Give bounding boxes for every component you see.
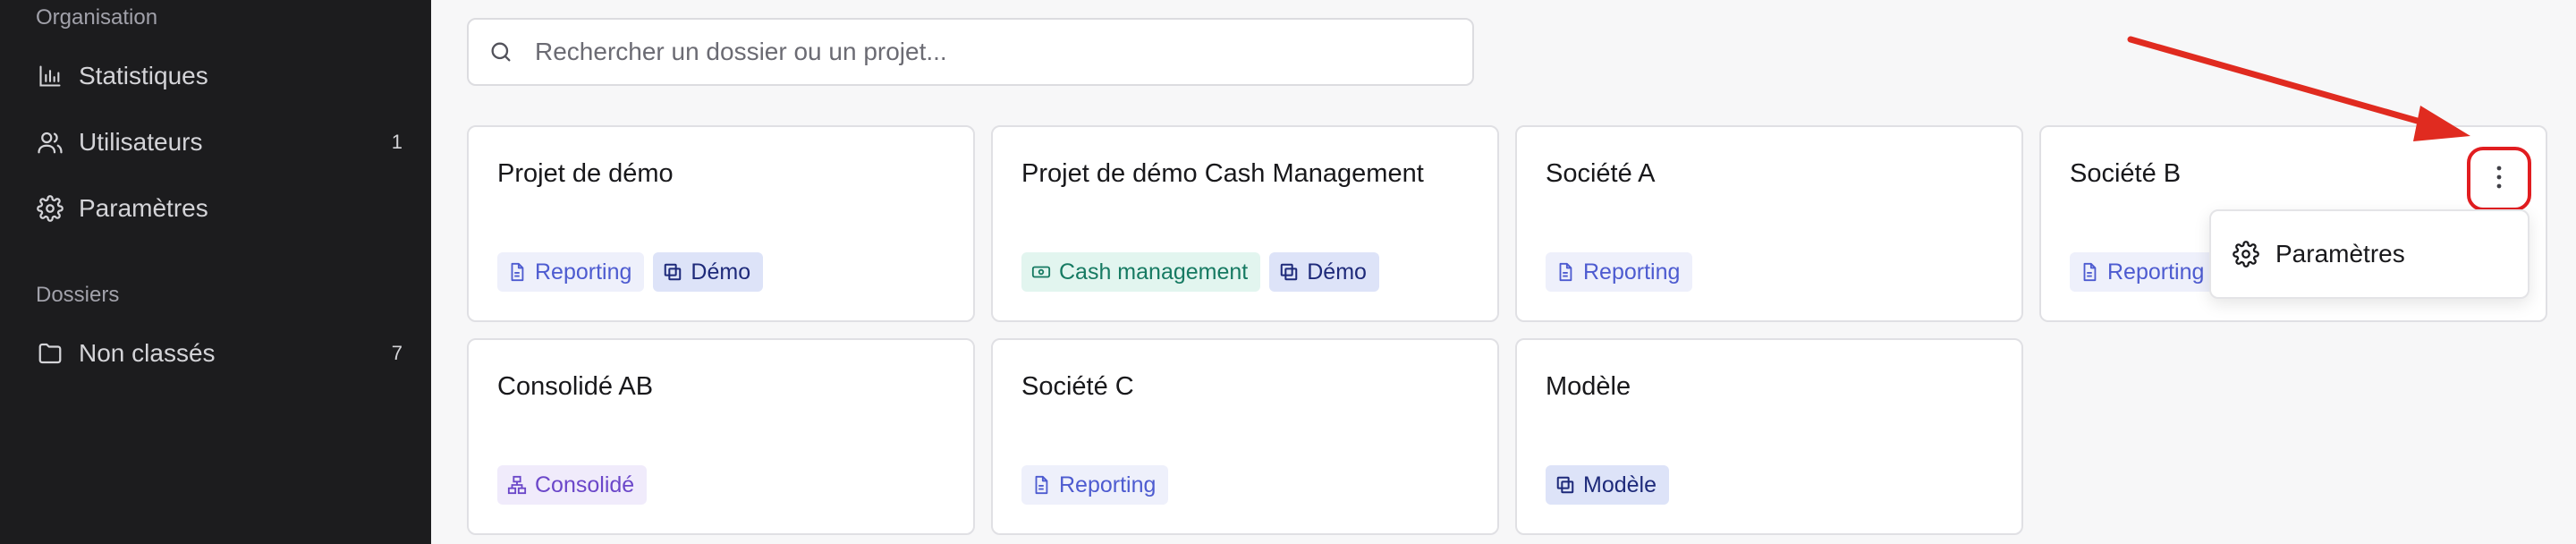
tag-reporting: Reporting bbox=[1546, 252, 1693, 292]
project-title: Projet de démo bbox=[497, 159, 674, 188]
sidebar-item-count: 1 bbox=[391, 131, 402, 153]
section-title-organisation: Organisation bbox=[36, 5, 158, 30]
banknote-icon bbox=[1030, 261, 1052, 283]
gear-icon bbox=[2233, 240, 2261, 268]
tag-demo: Démo bbox=[653, 252, 764, 292]
project-card-modele[interactable]: Modèle Modèle bbox=[1515, 338, 2023, 535]
document-icon bbox=[2079, 261, 2100, 283]
tag-label: Cash management bbox=[1059, 259, 1249, 285]
search-input[interactable] bbox=[533, 37, 1472, 67]
sidebar-item-statistiques[interactable]: Statistiques bbox=[36, 54, 404, 98]
project-title: Projet de démo Cash Management bbox=[1021, 159, 1424, 188]
hierarchy-icon bbox=[506, 474, 528, 496]
tag-reporting: Reporting bbox=[2070, 252, 2217, 292]
sidebar-item-label: Paramètres bbox=[79, 194, 208, 222]
search-icon bbox=[488, 38, 517, 66]
tag-modele: Modèle bbox=[1546, 465, 1669, 505]
tag-label: Reporting bbox=[1583, 259, 1681, 285]
tag-consolide: Consolidé bbox=[497, 465, 648, 505]
options-dropdown-menu: Paramètres bbox=[2209, 209, 2529, 299]
sidebar-item-utilisateurs[interactable]: Utilisateurs 1 bbox=[36, 120, 404, 165]
tag-label: Démo bbox=[1307, 259, 1367, 285]
tag-cash-management: Cash management bbox=[1021, 252, 1261, 292]
tag-reporting: Reporting bbox=[497, 252, 645, 292]
sidebar-item-count: 7 bbox=[391, 342, 402, 364]
gear-icon bbox=[36, 194, 64, 223]
project-card-consolide-ab[interactable]: Consolidé AB Consolidé bbox=[467, 338, 975, 535]
menu-item-label: Paramètres bbox=[2275, 240, 2405, 268]
users-icon bbox=[36, 128, 64, 157]
project-title: Société A bbox=[1546, 159, 1656, 188]
copy-icon bbox=[1278, 261, 1300, 283]
tag-label: Reporting bbox=[1059, 472, 1157, 497]
project-card-societe-a[interactable]: Société A Reporting bbox=[1515, 125, 2023, 322]
sidebar-item-label: Utilisateurs bbox=[79, 128, 203, 156]
more-options-button[interactable] bbox=[2467, 147, 2531, 211]
sidebar-item-label: Statistiques bbox=[79, 62, 208, 89]
sidebar-item-parametres[interactable]: Paramètres bbox=[36, 186, 404, 231]
document-icon bbox=[506, 261, 528, 283]
project-card-societe-c[interactable]: Société C Reporting bbox=[991, 338, 1499, 535]
tag-label: Consolidé bbox=[535, 472, 635, 497]
project-title: Société B bbox=[2070, 159, 2182, 188]
project-card-projet-de-demo[interactable]: Projet de démo Reporting Démo bbox=[467, 125, 975, 322]
sidebar: Organisation Statistiques Utilisateurs 1… bbox=[0, 0, 431, 544]
copy-icon bbox=[662, 261, 683, 283]
tag-label: Démo bbox=[691, 259, 751, 285]
copy-icon bbox=[1555, 474, 1576, 496]
menu-item-parametres[interactable]: Paramètres bbox=[2211, 211, 2528, 297]
bar-chart-icon bbox=[36, 62, 64, 90]
document-icon bbox=[1555, 261, 1576, 283]
project-title: Modèle bbox=[1546, 372, 1631, 401]
project-title: Consolidé AB bbox=[497, 372, 654, 401]
sidebar-item-label: Non classés bbox=[79, 339, 216, 367]
tag-label: Reporting bbox=[535, 259, 632, 285]
more-vertical-icon bbox=[2496, 165, 2503, 194]
sidebar-item-non-classes[interactable]: Non classés 7 bbox=[36, 331, 404, 376]
search-bar bbox=[467, 18, 1474, 86]
tag-label: Reporting bbox=[2107, 259, 2205, 285]
tag-reporting: Reporting bbox=[1021, 465, 1169, 505]
folder-icon bbox=[36, 339, 64, 368]
tag-demo: Démo bbox=[1269, 252, 1379, 292]
document-icon bbox=[1030, 474, 1052, 496]
project-title: Société C bbox=[1021, 372, 1134, 401]
project-card-cash-management[interactable]: Projet de démo Cash Management Cash mana… bbox=[991, 125, 1499, 322]
tag-label: Modèle bbox=[1583, 472, 1657, 497]
section-title-dossiers: Dossiers bbox=[36, 283, 120, 307]
